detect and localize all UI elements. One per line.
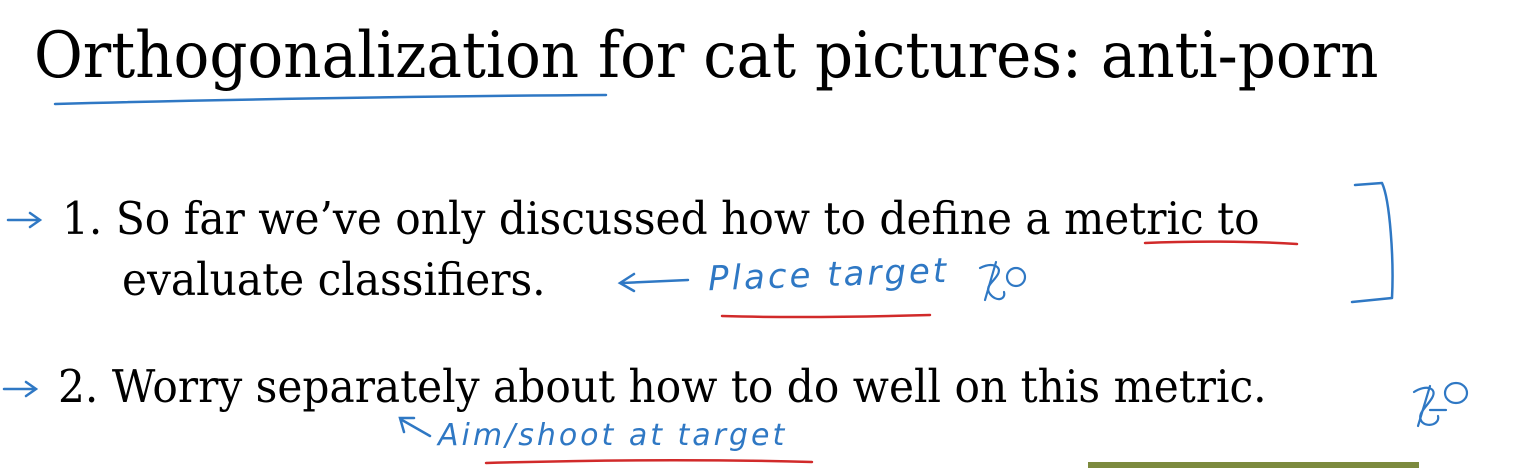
- bullet-1-line-1: 1. So far we’ve only discussed how to de…: [62, 190, 1260, 248]
- target-doodle-icon-2: [1412, 381, 1469, 428]
- slide-title: Orthogonalization for cat pictures: anti…: [34, 19, 1379, 93]
- bullet-1-text-before: So far we’ve only discussed how to defin…: [115, 192, 1065, 245]
- image-thumbnail-edge: [1088, 462, 1419, 468]
- bullet-2-text: Worry separately about how to do well on…: [111, 360, 1267, 413]
- handwritten-note-place-target: Place target: [707, 250, 950, 300]
- target-doodle-icon: [978, 260, 1027, 302]
- bullet-1-line-2: evaluate classifiers.: [122, 253, 546, 306]
- bullet-2-number: 2.: [58, 360, 99, 413]
- up-arrow-icon: [398, 416, 432, 438]
- bullet-1-metric-word: metric: [1064, 192, 1204, 245]
- aim-underline-stroke: [484, 458, 814, 465]
- handwritten-note-aim-shoot: Aim/shoot at target: [438, 418, 788, 453]
- bullet-2-arrow-icon: [2, 380, 39, 398]
- place-target-underline-stroke: [720, 313, 932, 319]
- bracket-stroke: [1350, 181, 1394, 304]
- bullet-1-arrow-icon: [6, 211, 43, 229]
- bullet-2-line-1: 2. Worry separately about how to do well…: [58, 358, 1267, 416]
- bullet-1-number: 1.: [62, 192, 103, 245]
- left-arrow-icon: [617, 272, 690, 293]
- bullet-1-text-after: to: [1203, 192, 1260, 245]
